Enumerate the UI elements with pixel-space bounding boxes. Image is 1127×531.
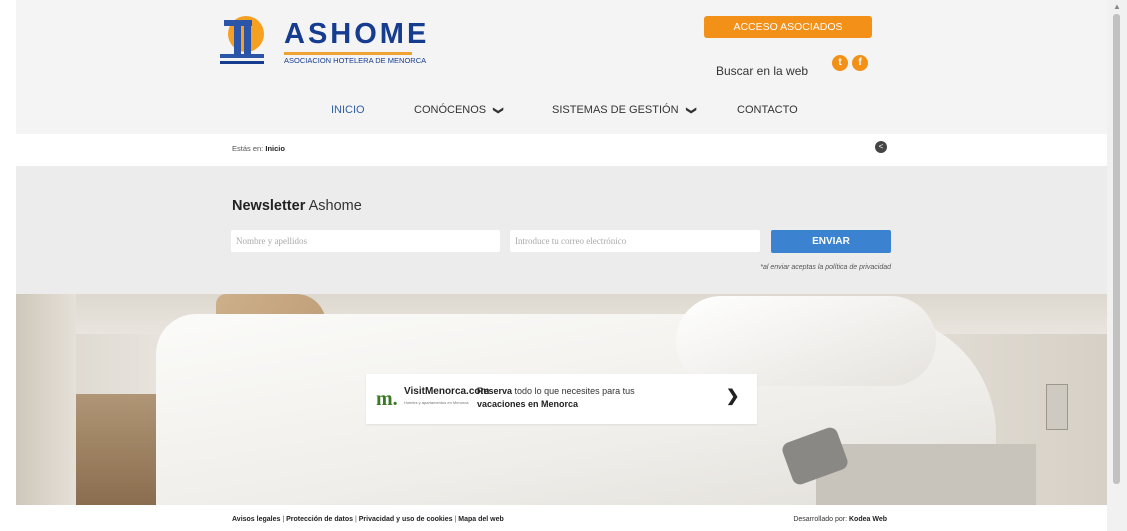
hero-switch: [1046, 384, 1068, 430]
page: ASHOME ASOCIACION HOTELERA DE MENORCA AC…: [0, 0, 1107, 531]
scrollbar[interactable]: ▲: [1107, 0, 1127, 531]
promo-text-mid: todo lo que necesites para tus: [514, 386, 635, 396]
chevron-right-icon[interactable]: ❯: [726, 386, 739, 406]
visitmenorca-logo-icon: m.: [376, 388, 398, 410]
breadcrumb: Estás en: Inicio: [232, 144, 285, 153]
footer-link-mapa[interactable]: Mapa del web: [458, 516, 504, 523]
footer-link-privacidad[interactable]: Privacidad y uso de cookies: [359, 516, 453, 523]
facebook-icon[interactable]: f: [852, 55, 868, 71]
breadcrumb-prefix: Estás en:: [232, 144, 264, 153]
acceso-asociados-button[interactable]: ACCESO ASOCIADOS: [704, 16, 872, 38]
nav-item-inicio[interactable]: INICIO: [331, 104, 365, 116]
footer-links: Avisos legales | Protección de datos | P…: [232, 516, 504, 523]
twitter-icon[interactable]: t: [832, 55, 848, 71]
footer-dev-name[interactable]: Kodea Web: [849, 516, 887, 523]
scroll-up-icon[interactable]: ▲: [1113, 2, 1121, 11]
enviar-button[interactable]: ENVIAR: [771, 230, 891, 253]
newsletter-title: Newsletter Ashome: [232, 198, 362, 214]
hero-pillow: [676, 296, 936, 386]
nav-item-sistemas[interactable]: SISTEMAS DE GESTIÓN ❯: [552, 104, 697, 116]
chevron-down-icon: ❯: [685, 106, 697, 115]
nav-item-conocenos[interactable]: CONÓCENOS ❯: [414, 104, 504, 116]
nav-label: CONTACTO: [737, 104, 798, 116]
footer-dev-prefix: Desarrollado por:: [793, 516, 848, 523]
footer-separator: |: [454, 516, 457, 523]
breadcrumb-current[interactable]: Inicio: [265, 144, 285, 153]
logo-wordmark: ASHOME: [284, 18, 430, 50]
promo-text-bold2: vacaciones en Menorca: [477, 399, 579, 409]
logo-mark-icon: [220, 16, 264, 64]
hero-left-wall: [16, 294, 76, 505]
footer-separator: |: [282, 516, 285, 523]
nav-label: CONÓCENOS: [414, 104, 487, 116]
promo-tagline: Hoteles y apartamentos en Menorca: [404, 400, 469, 405]
chevron-down-icon: ❯: [492, 106, 504, 115]
scrollbar-thumb[interactable]: [1113, 14, 1120, 484]
name-input[interactable]: Nombre y apellidos: [231, 230, 500, 252]
newsletter-title-bold: Newsletter: [232, 198, 306, 214]
footer-link-avisos[interactable]: Avisos legales: [232, 516, 280, 523]
ashome-logo[interactable]: ASHOME ASOCIACION HOTELERA DE MENORCA: [218, 14, 448, 72]
privacy-note[interactable]: *al enviar aceptas la política de privac…: [716, 264, 891, 271]
visitmenorca-banner[interactable]: m. VisitMenorca.com Hoteles y apartament…: [366, 374, 757, 424]
footer-separator: |: [354, 516, 357, 523]
logo-underline: [284, 52, 412, 55]
share-icon[interactable]: <: [875, 141, 887, 153]
hero-nightstand: [816, 444, 1036, 505]
footer-developer: Desarrollado por: Kodea Web: [786, 516, 887, 523]
promo-text: Reserva todo lo que necesites para tus v…: [477, 385, 677, 411]
newsletter-section: Newsletter Ashome Nombre y apellidos Int…: [16, 166, 1107, 294]
search-link[interactable]: Buscar en la web: [716, 64, 808, 78]
nav-label: INICIO: [331, 104, 365, 116]
promo-text-bold1: Reserva: [477, 386, 513, 396]
nav-label: SISTEMAS DE GESTIÓN: [552, 104, 679, 116]
nav-item-contacto[interactable]: CONTACTO: [737, 104, 798, 116]
newsletter-title-rest: Ashome: [308, 198, 362, 214]
logo-subtitle: ASOCIACION HOTELERA DE MENORCA: [284, 56, 427, 65]
email-input[interactable]: Introduce tu correo electrónico: [510, 230, 760, 252]
footer-link-proteccion[interactable]: Protección de datos: [286, 516, 353, 523]
